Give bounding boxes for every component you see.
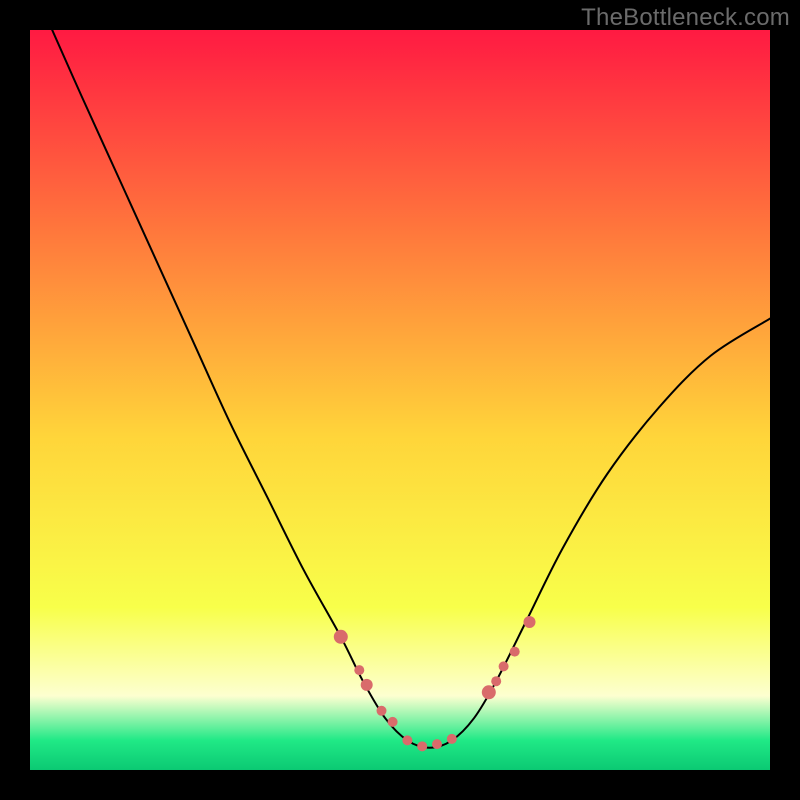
marker-dot	[361, 679, 373, 691]
marker-dot	[354, 665, 364, 675]
marker-dot	[499, 661, 509, 671]
marker-dot	[377, 706, 387, 716]
marker-dot	[432, 739, 442, 749]
marker-dot	[388, 717, 398, 727]
marker-dot	[524, 616, 536, 628]
watermark-text: TheBottleneck.com	[581, 4, 790, 32]
marker-dot	[402, 735, 412, 745]
chart-frame	[30, 30, 770, 770]
bottleneck-chart	[30, 30, 770, 770]
marker-dot	[482, 685, 496, 699]
marker-dot	[334, 630, 348, 644]
marker-dot	[447, 734, 457, 744]
marker-dot	[510, 647, 520, 657]
marker-dot	[417, 741, 427, 751]
gradient-background	[30, 30, 770, 770]
marker-dot	[491, 676, 501, 686]
